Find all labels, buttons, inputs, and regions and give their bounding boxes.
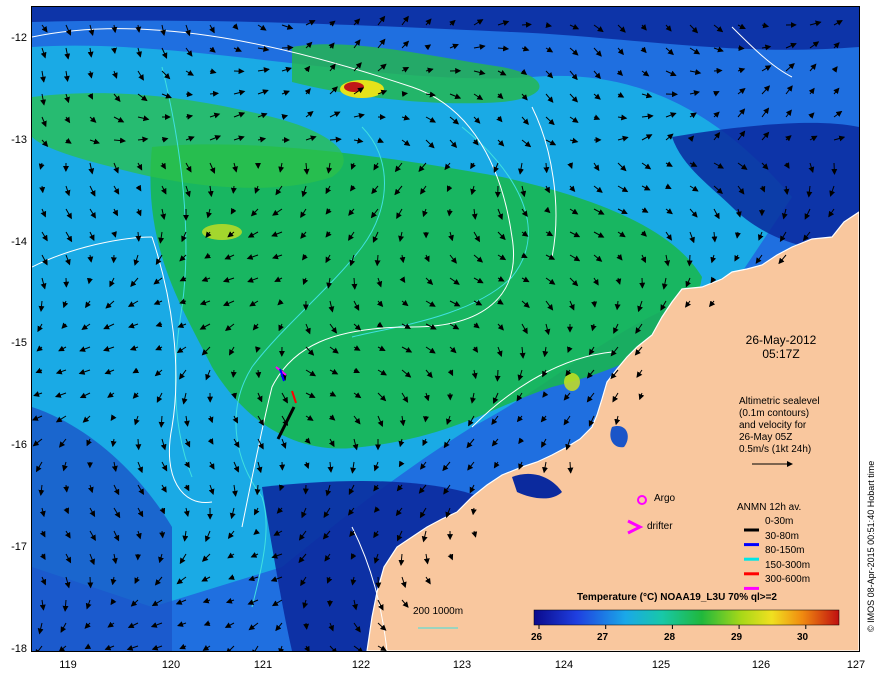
- lon-tick-label: 126: [751, 659, 771, 671]
- sst-map: [32, 7, 859, 651]
- lat-tick-label: -18: [11, 643, 27, 655]
- lat-tick-label: -14: [11, 236, 27, 248]
- anmn-item-label: 0-30m: [765, 516, 794, 527]
- velocity-arrow: [686, 254, 693, 267]
- velocity-arrow: [831, 162, 838, 175]
- timestamp-time: 05:17Z: [762, 347, 800, 361]
- credit-text: © IMOS 08-Apr-2015 00:51:40 Hobart time: [866, 460, 876, 632]
- altimetry-line: 0.5m/s (1kt 24h): [739, 444, 812, 455]
- velocity-arrow: [209, 90, 219, 97]
- velocity-arrow: [230, 185, 237, 194]
- colorbar-title: Temperature (°C) NOAA19_L3U 70% ql>=2: [577, 592, 777, 603]
- lat-tick-label: -12: [11, 32, 27, 44]
- lat-tick-label: -17: [11, 541, 27, 553]
- lon-tick-label: 119: [59, 659, 77, 671]
- anmn-item-label: 300-600m: [765, 574, 811, 585]
- velocity-arrow: [303, 622, 310, 630]
- velocity-arrow: [543, 162, 550, 174]
- altimetry-line: and velocity for: [739, 420, 807, 431]
- altimetry-note: Altimetric sealevel (0.1m contours) and …: [739, 396, 820, 456]
- velocity-arrow: [737, 45, 745, 52]
- velocity-arrow: [401, 91, 408, 97]
- altimetry-line: (0.1m contours): [739, 408, 810, 419]
- lon-tick-label: 125: [651, 659, 671, 671]
- altimetry-line: 26-May 05Z: [739, 432, 793, 443]
- colorbar: [533, 609, 840, 626]
- colorbar-tick-label: 29: [731, 632, 743, 643]
- drifter-label: drifter: [647, 521, 673, 532]
- velocity-arrow: [281, 44, 294, 51]
- velocity-arrow: [521, 21, 532, 28]
- lat-tick-label: -15: [11, 337, 27, 349]
- velocity-arrow: [713, 67, 723, 74]
- lon-tick-label: 127: [846, 659, 866, 671]
- colorbar-tick-label: 28: [664, 632, 676, 643]
- colorbar-tick-label: 26: [531, 632, 543, 643]
- velocity-arrow: [494, 369, 501, 382]
- velocity-arrow: [422, 415, 429, 423]
- lat-tick-label: -16: [11, 439, 27, 451]
- argo-label: Argo: [654, 493, 676, 504]
- lon-tick-label: 123: [452, 659, 472, 671]
- sst-yellow-patch: [202, 224, 242, 240]
- timestamp-block: 26-May-2012 05:17Z: [726, 333, 836, 361]
- lat-tick-label: -13: [11, 134, 27, 146]
- isobath-key-label: 200 1000m: [413, 606, 464, 617]
- velocity-arrow: [87, 576, 94, 589]
- timestamp-date: 26-May-2012: [745, 333, 817, 347]
- lon-tick-label: 121: [253, 659, 273, 671]
- anmn-title: ANMN 12h av.: [737, 502, 802, 513]
- velocity-arrow: [159, 530, 166, 539]
- map-panel: [31, 6, 860, 652]
- velocity-arrow: [135, 438, 142, 451]
- velocity-arrow: [375, 576, 382, 589]
- anmn-item-label: 80-150m: [765, 545, 805, 556]
- anmn-item-label: 150-300m: [765, 560, 811, 571]
- lon-tick-label: 120: [161, 659, 181, 671]
- altimetry-line: Altimetric sealevel: [739, 396, 820, 407]
- sst-hot-spot-core: [344, 82, 364, 92]
- lon-tick-label: 122: [351, 659, 371, 671]
- colorbar-tick-label: 30: [797, 632, 809, 643]
- lon-tick-label: 124: [554, 659, 574, 671]
- colorbar-tick-label: 27: [597, 632, 609, 643]
- anmn-item-label: 30-80m: [765, 531, 799, 542]
- velocity-arrow: [567, 461, 574, 474]
